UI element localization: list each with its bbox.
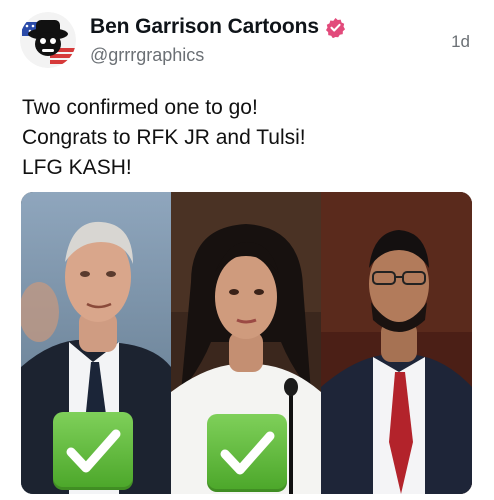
author-row: Ben Garrison Cartoons <box>90 15 346 39</box>
post-text-line: Two confirmed one to go! <box>22 96 258 119</box>
author-avatar[interactable] <box>20 12 76 68</box>
check-mark-button-icon <box>53 412 133 490</box>
verified-badge-icon <box>325 17 346 38</box>
check-mark-button-icon <box>207 414 287 492</box>
author-handle[interactable]: @grrrgraphics <box>90 45 204 66</box>
image-panel-left <box>21 192 171 494</box>
image-panel-right <box>321 192 472 494</box>
post-text-line: LFG KASH! <box>22 156 132 179</box>
image-panel-center <box>171 192 321 494</box>
post-card: Ben Garrison Cartoons @grrrgraphics 1d T… <box>0 0 494 500</box>
post-text-line: Congrats to RFK JR and Tulsi! <box>22 126 306 149</box>
post-timestamp[interactable]: 1d <box>451 32 470 52</box>
author-name[interactable]: Ben Garrison Cartoons <box>90 15 319 39</box>
post-text: Two confirmed one to go! Congrats to RFK… <box>22 93 306 183</box>
post-image[interactable] <box>21 192 472 494</box>
